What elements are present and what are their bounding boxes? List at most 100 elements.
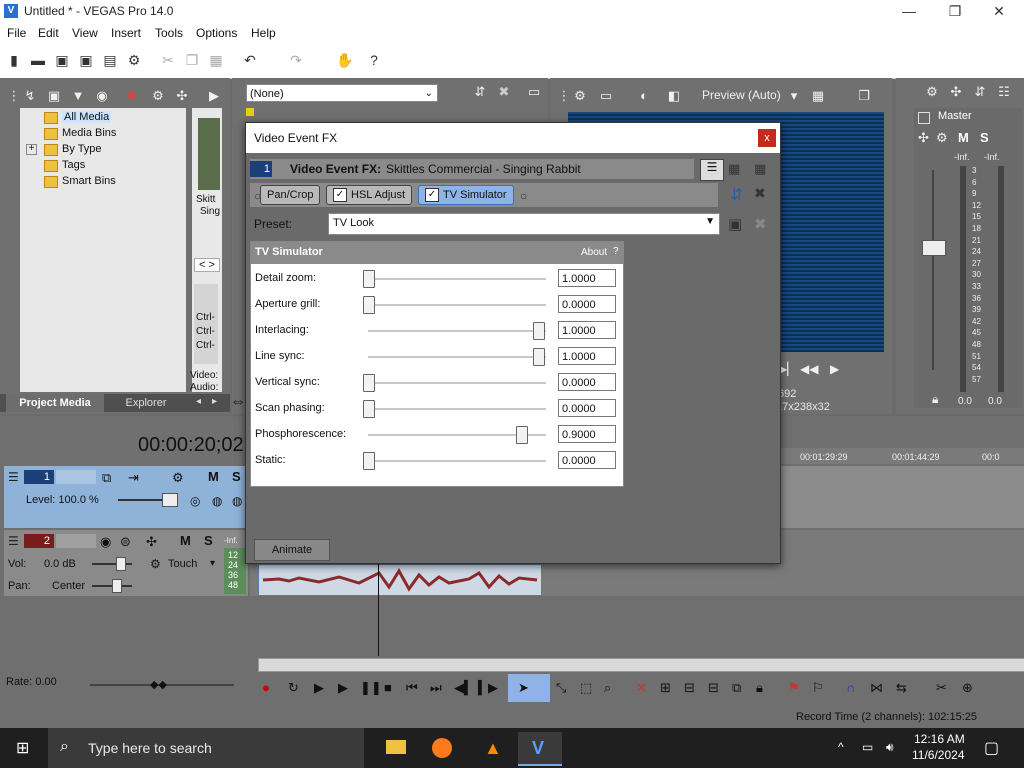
lock-icon[interactable]: 🔒︎	[932, 392, 938, 407]
split-icon[interactable]: ⧉	[732, 680, 741, 696]
list-view-icon[interactable]: ☰	[700, 159, 724, 181]
menu-file[interactable]: File	[7, 26, 26, 40]
trim-start-icon[interactable]: ⊟	[684, 680, 695, 696]
auto-crossfade-icon[interactable]: ⋈	[870, 680, 883, 696]
delete-icon[interactable]: ✕	[636, 680, 647, 696]
param-value-field[interactable]: 1.0000	[558, 347, 616, 365]
param-value-field[interactable]: 0.9000	[558, 425, 616, 443]
tab-project-media[interactable]: Project Media	[6, 394, 104, 412]
clock-date[interactable]: 11/6/2024	[912, 748, 965, 762]
panel-handle-icon[interactable]: ⋮	[556, 88, 572, 104]
import-media-icon[interactable]: ↯	[22, 88, 38, 104]
animate-button[interactable]: Animate	[254, 539, 330, 561]
firefox-app[interactable]	[420, 732, 464, 764]
param-slider-thumb[interactable]	[363, 270, 375, 288]
network-icon[interactable]: ▭	[862, 740, 873, 754]
param-value-field[interactable]: 0.0000	[558, 373, 616, 391]
open-folder-icon[interactable]: ▬	[30, 52, 46, 68]
save-as-icon[interactable]: ▣	[78, 52, 94, 68]
web-icon[interactable]: ◉	[94, 88, 110, 104]
new-file-icon[interactable]: ▮	[6, 52, 22, 68]
event-pan-crop-icon[interactable]: ✂	[936, 680, 947, 696]
tree-media-bins[interactable]: Media Bins	[62, 127, 116, 139]
master-fx-icon[interactable]: ✣	[948, 84, 964, 100]
tab-scroll-right-icon[interactable]: ▸	[212, 396, 217, 407]
delete-preset-icon[interactable]: ✖	[754, 215, 767, 233]
param-value-field[interactable]: 0.0000	[558, 295, 616, 313]
maximize-button[interactable]: ❐	[932, 0, 978, 24]
paste-icon[interactable]: ▦	[208, 52, 224, 68]
vol-slider-thumb[interactable]	[116, 557, 126, 571]
plugin-chain-icon[interactable]: ⇵	[730, 185, 743, 205]
copy-snapshot-icon[interactable]: ❐	[856, 88, 872, 104]
tab-explorer[interactable]: Explorer	[116, 394, 176, 412]
trim-icon[interactable]: ⊞	[660, 680, 671, 696]
preview-quality-dropdown[interactable]: Preview (Auto)	[702, 88, 781, 102]
master-gear-icon-2[interactable]: ⚙	[936, 130, 948, 146]
master-solo-button[interactable]: S	[980, 130, 989, 145]
param-slider-thumb[interactable]	[533, 322, 545, 340]
minimize-button[interactable]: —	[886, 0, 932, 24]
tree-by-type[interactable]: By Type	[62, 143, 102, 155]
track-collapse-icon[interactable]: ☰	[8, 534, 19, 548]
dialog-close-button[interactable]: x	[758, 129, 776, 147]
external-monitor-icon[interactable]: ▭	[598, 88, 614, 104]
level-slider-thumb[interactable]	[162, 493, 178, 507]
param-slider-thumb[interactable]	[516, 426, 528, 444]
master-gear-icon[interactable]: ⚙	[924, 84, 940, 100]
param-slider-thumb[interactable]	[363, 400, 375, 418]
record-icon[interactable]: ●	[262, 680, 270, 695]
param-slider-track[interactable]	[368, 408, 546, 410]
undo-icon[interactable]: ↶	[242, 52, 258, 68]
param-value-field[interactable]: 1.0000	[558, 269, 616, 287]
frame-back-icon[interactable]: ◀◀	[800, 362, 818, 376]
track-automation-icon[interactable]: ◍	[232, 494, 242, 508]
remove-plugin-icon[interactable]: ✖	[754, 185, 766, 202]
preset-dropdown[interactable]: TV Look ▼	[328, 213, 720, 235]
menu-insert[interactable]: Insert	[111, 26, 141, 40]
edit-tool-icon[interactable]: ➤	[518, 680, 529, 696]
track-solo-button[interactable]: S	[204, 533, 213, 548]
menu-edit[interactable]: Edit	[38, 26, 59, 40]
chevron-down-icon[interactable]: ▾	[210, 558, 215, 569]
master-downmix-icon[interactable]: ⇵	[972, 84, 988, 100]
capture-icon[interactable]: ▣	[46, 88, 62, 104]
help-icon[interactable]: ?	[366, 52, 382, 68]
marker-insert-icon[interactable]: ⚑	[788, 680, 800, 696]
expand-toggle[interactable]: +	[26, 144, 37, 155]
chain-pan-crop[interactable]: Pan/Crop	[260, 185, 321, 205]
grid-overlay-icon[interactable]: ▦	[810, 88, 826, 104]
param-slider-track[interactable]	[368, 356, 546, 358]
ignore-grouping-icon[interactable]: ⊕	[962, 680, 973, 696]
overlays-icon[interactable]: ◧	[666, 88, 682, 104]
param-value-field[interactable]: 0.0000	[558, 399, 616, 417]
prev-frame-icon[interactable]: ◀▍	[454, 680, 474, 696]
play-from-start-icon[interactable]: ▶	[314, 680, 324, 696]
volume-icon[interactable]: 🔊︎	[886, 740, 894, 755]
param-slider-thumb[interactable]	[363, 452, 375, 470]
remove-icon[interactable]: ✖	[124, 88, 140, 104]
vlc-app[interactable]: ▲	[470, 732, 514, 764]
track-name-field[interactable]	[56, 534, 96, 548]
tv-sim-enable-checkbox[interactable]: ✓	[425, 188, 439, 203]
pause-icon[interactable]: ❚❚	[360, 680, 382, 696]
clock-time[interactable]: 12:16 AM	[914, 732, 965, 746]
master-select-checkbox[interactable]	[918, 112, 930, 124]
tree-smart-bins[interactable]: Smart Bins	[62, 175, 116, 187]
track-effects-icon[interactable]: ◎	[190, 494, 200, 508]
play-preview-icon[interactable]: ▶	[206, 88, 222, 104]
hand-tool-icon[interactable]: ✋	[336, 52, 353, 68]
stop-icon[interactable]: ■	[384, 680, 392, 695]
param-slider-thumb[interactable]	[363, 374, 375, 392]
master-fx-icon-2[interactable]: ✣	[918, 130, 929, 146]
param-slider-track[interactable]	[368, 278, 546, 280]
tab-scroll-left-icon[interactable]: ◂	[196, 396, 201, 407]
master-settings-icon[interactable]: ☷	[996, 84, 1012, 100]
notification-icon[interactable]: ▢	[984, 738, 999, 758]
param-slider-thumb[interactable]	[533, 348, 545, 366]
vegas-app[interactable]: V	[518, 732, 562, 766]
help-icon[interactable]: ?	[613, 246, 619, 257]
save-icon[interactable]: ▣	[54, 52, 70, 68]
track-mute-button[interactable]: M	[208, 469, 219, 484]
region-insert-icon[interactable]: ⚐	[812, 680, 824, 696]
